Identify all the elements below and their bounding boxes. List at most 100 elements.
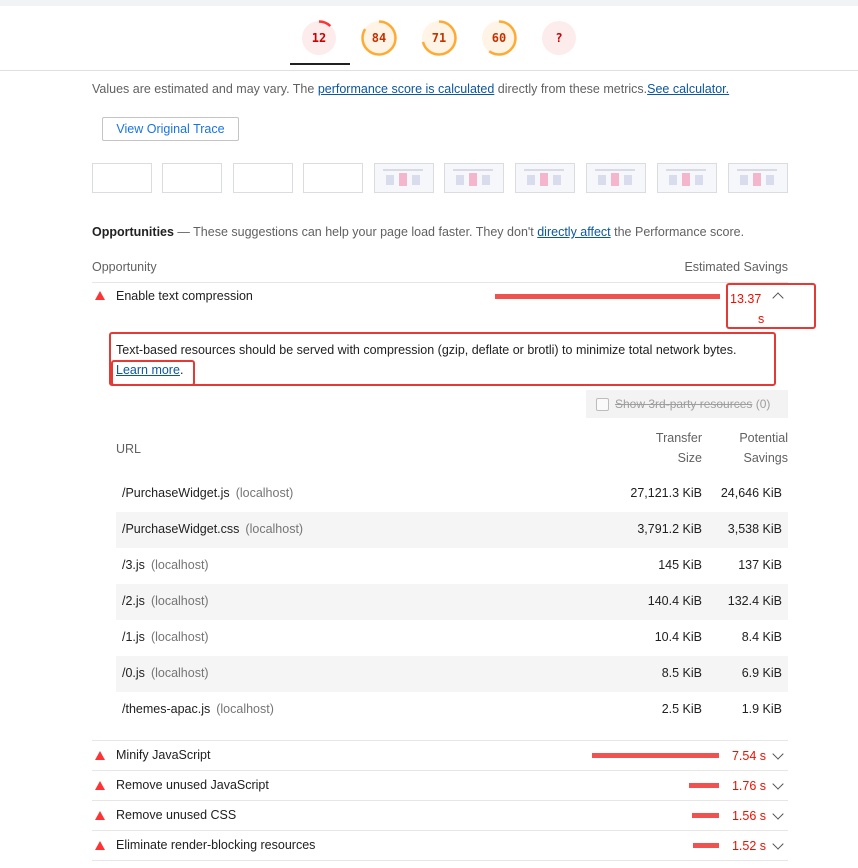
third-party-checkbox[interactable] (596, 398, 609, 411)
filmstrip-frame (444, 163, 504, 193)
header-line: Size (677, 451, 702, 465)
values-note-text: Values are estimated and may vary. The (92, 82, 318, 96)
third-party-count: (0) (752, 397, 771, 411)
audit-title: Remove unused JavaScript (116, 778, 269, 792)
resource-url[interactable]: /PurchaseWidget.js (localhost) (122, 486, 293, 500)
transfer-size: 140.4 KiB (647, 594, 702, 608)
audit-remove-unused-javascript[interactable]: Remove unused JavaScript 1.76 s (92, 771, 788, 801)
url-text: /0.js (122, 666, 145, 680)
highlight-box (111, 360, 195, 386)
url-host: (localhost) (150, 666, 209, 680)
opportunity-column-header: Opportunity Estimated Savings (92, 260, 788, 283)
divider (0, 70, 858, 71)
savings-bar (495, 294, 720, 299)
potential-savings-header: Potential Savings (728, 428, 788, 468)
gauge-best-practices[interactable]: 71 (420, 19, 458, 57)
transfer-size: 2.5 KiB (661, 702, 702, 716)
resource-url[interactable]: /1.js (localhost) (122, 630, 209, 644)
audit-title: Enable text compression (116, 289, 253, 303)
highlight-box (726, 283, 816, 329)
url-host: (localhost) (216, 702, 274, 716)
table-row[interactable]: /3.js (localhost) 145 KiB 137 KiB (116, 548, 788, 584)
table-row[interactable]: /themes-apac.js (localhost) 2.5 KiB 1.9 K… (116, 692, 788, 728)
audit-saving: 1.52 s (731, 839, 766, 853)
gauge-score: 84 (371, 31, 387, 45)
potential-savings: 6.9 KiB (741, 666, 782, 680)
details-table-header: URL Transfer Size Potential Savings (116, 428, 788, 472)
view-original-trace-button[interactable]: View Original Trace (102, 117, 239, 141)
gauge-performance[interactable]: 12 (300, 19, 338, 57)
resource-url[interactable]: /PurchaseWidget.css (localhost) (122, 522, 303, 536)
filmstrip (92, 163, 788, 193)
opportunities-text: — These suggestions can help your page l… (173, 225, 538, 239)
header-line: Savings (743, 451, 788, 465)
gauge-seo[interactable]: 60 (480, 19, 518, 57)
potential-savings: 8.4 KiB (741, 630, 782, 644)
table-row[interactable]: /PurchaseWidget.css (localhost) 3,791.2 K… (116, 512, 788, 548)
header-line: Potential (739, 431, 788, 445)
transfer-size: 3,791.2 KiB (637, 522, 702, 536)
potential-savings: 24,646 KiB (720, 486, 782, 500)
audit-title: Minify JavaScript (116, 748, 211, 762)
filmstrip-frame (586, 163, 646, 193)
chevron-down-icon[interactable] (772, 838, 784, 850)
audit-enable-text-compression[interactable]: Enable text compression 13.37 s (92, 281, 788, 326)
url-host: (localhost) (150, 594, 209, 608)
audit-title: Remove unused CSS (116, 808, 237, 822)
audit-remove-unused-css[interactable]: Remove unused CSS 1.56 s (92, 801, 788, 831)
table-row[interactable]: /0.js (localhost) 8.5 KiB 6.9 KiB (116, 656, 788, 692)
potential-savings: 137 KiB (738, 558, 782, 572)
url-text: /2.js (122, 594, 145, 608)
opportunities-text: the Performance score. (610, 225, 745, 239)
score-calculated-link[interactable]: performance score is calculated (318, 82, 494, 96)
url-text: /PurchaseWidget.css (122, 522, 240, 536)
url-host: (localhost) (150, 558, 209, 572)
filmstrip-frame (515, 163, 575, 193)
table-row[interactable]: /PurchaseWidget.js (localhost) 27,121.3 K… (116, 476, 788, 512)
resource-url[interactable]: /2.js (localhost) (122, 594, 209, 608)
fail-triangle-icon (95, 751, 105, 760)
active-gauge-indicator (290, 63, 350, 65)
chevron-down-icon[interactable] (772, 778, 784, 790)
url-text: /1.js (122, 630, 145, 644)
gauge-pwa[interactable]: ? (540, 19, 578, 57)
url-host: (localhost) (235, 486, 294, 500)
table-row[interactable]: /2.js (localhost) 140.4 KiB 132.4 KiB (116, 584, 788, 620)
chevron-down-icon[interactable] (772, 748, 784, 760)
values-note: Values are estimated and may vary. The p… (92, 82, 729, 96)
fail-triangle-icon (95, 811, 105, 820)
gauge-score: 12 (311, 31, 327, 45)
fail-triangle-icon (95, 841, 105, 850)
chevron-down-icon[interactable] (772, 808, 784, 820)
transfer-size: 8.5 KiB (661, 666, 702, 680)
transfer-size: 27,121.3 KiB (630, 486, 702, 500)
filmstrip-frame (233, 163, 293, 193)
filmstrip-frame (374, 163, 434, 193)
gauge-accessibility[interactable]: 84 (360, 19, 398, 57)
estimated-savings-header: Estimated Savings (684, 260, 788, 274)
potential-savings: 3,538 KiB (727, 522, 782, 536)
fail-triangle-icon (95, 291, 105, 300)
filmstrip-frame (162, 163, 222, 193)
opportunity-header: Opportunity (92, 260, 157, 274)
url-host: (localhost) (150, 630, 209, 644)
see-calculator-link[interactable]: See calculator. (647, 82, 729, 96)
audit-saving: 7.54 s (731, 749, 766, 763)
resource-url[interactable]: /0.js (localhost) (122, 666, 209, 680)
audit-saving: 1.56 s (731, 809, 766, 823)
audit-minify-javascript[interactable]: Minify JavaScript 7.54 s (92, 741, 788, 771)
directly-affect-link[interactable]: directly affect (537, 225, 610, 239)
table-row[interactable]: /1.js (localhost) 10.4 KiB 8.4 KiB (116, 620, 788, 656)
resource-url[interactable]: /themes-apac.js (localhost) (122, 702, 274, 716)
filmstrip-frame (657, 163, 717, 193)
fail-triangle-icon (95, 781, 105, 790)
audit-eliminate-render-blocking[interactable]: Eliminate render-blocking resources 1.52… (92, 831, 788, 861)
filmstrip-frame (92, 163, 152, 193)
transfer-size: 145 KiB (658, 558, 702, 572)
audit-title: Eliminate render-blocking resources (116, 838, 316, 852)
transfer-size: 10.4 KiB (654, 630, 702, 644)
resource-url[interactable]: /3.js (localhost) (122, 558, 209, 572)
url-column-header: URL (116, 442, 142, 456)
score-gauges: 12 84 71 60 ? (0, 6, 858, 70)
third-party-filter: Show 3rd-party resources (0) (586, 390, 788, 418)
